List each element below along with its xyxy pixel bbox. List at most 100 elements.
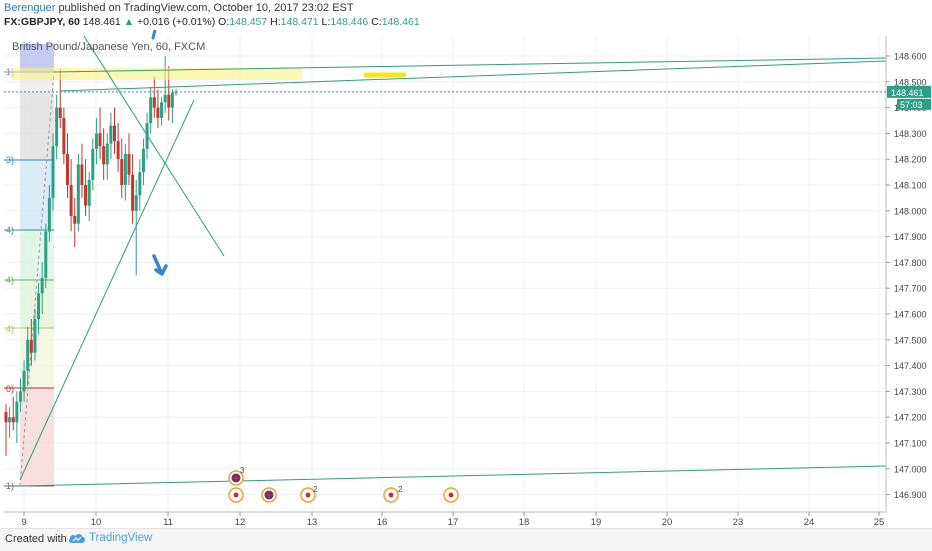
time-tick-label: 17 bbox=[448, 517, 459, 528]
close-value: 148.461 bbox=[381, 16, 420, 28]
time-axis[interactable]: 9 10 11 12 13 16 17 18 19 20 23 24 25 bbox=[4, 511, 886, 528]
open-label: O: bbox=[218, 16, 230, 28]
candle-body bbox=[152, 97, 156, 108]
price-tick-label: 148.300 bbox=[894, 129, 927, 139]
candle-body bbox=[116, 141, 120, 160]
candle-body bbox=[44, 231, 48, 278]
event-count-label: 2 bbox=[313, 485, 318, 494]
fib-level-label: 4) bbox=[6, 324, 14, 334]
candle-body bbox=[141, 148, 145, 173]
price-tick-label: 147.300 bbox=[894, 387, 927, 397]
footer-bar: Created with TradingView bbox=[0, 528, 932, 551]
candle-body bbox=[33, 319, 37, 353]
low-value: 148.446 bbox=[330, 16, 369, 28]
candle-body bbox=[40, 277, 44, 294]
price-axis[interactable]: 148.600148.500148.400148.300148.200148.1… bbox=[885, 36, 931, 512]
candle-body bbox=[138, 172, 142, 196]
price-tick-label: 148.200 bbox=[894, 155, 927, 165]
time-tick-label: 19 bbox=[591, 517, 602, 528]
candle-body bbox=[18, 391, 22, 402]
symbol-label[interactable]: FX:GBPJPY, 60 bbox=[4, 16, 80, 28]
high-value: 148.471 bbox=[280, 16, 319, 28]
jp-flag-icon bbox=[448, 492, 454, 498]
brand-name: TradingView bbox=[89, 532, 153, 545]
candle-body bbox=[87, 179, 91, 206]
time-tick-label: 11 bbox=[163, 517, 173, 528]
fib-zone bbox=[20, 388, 54, 486]
candle-body bbox=[91, 148, 95, 180]
trendline-upper bbox=[53, 57, 887, 73]
arrow-stroke-top bbox=[151, 30, 157, 40]
candle-body bbox=[11, 417, 15, 423]
time-tick-label: 23 bbox=[733, 517, 744, 528]
price-change: +0.016 (+0.01%) bbox=[137, 16, 216, 28]
fib-level-label: 3) bbox=[6, 155, 14, 165]
candle-body bbox=[22, 370, 26, 392]
price-tick-label: 148.100 bbox=[894, 181, 927, 191]
chart-title: British Pound/Japanese Yen, 60, FXCM bbox=[12, 41, 205, 53]
candle-body bbox=[51, 146, 55, 198]
price-tick-label: 146.900 bbox=[894, 490, 927, 500]
fib-level-label: 0) bbox=[6, 384, 14, 394]
close-label: C: bbox=[371, 16, 382, 28]
candle-body bbox=[134, 195, 138, 211]
candle-body bbox=[113, 125, 117, 142]
price-chart[interactable]: 1)0)4)4)4)3)1) 322 148.600148.500148.400… bbox=[0, 30, 932, 528]
candle-body bbox=[160, 102, 164, 118]
event-count-label: 2 bbox=[398, 485, 403, 494]
price-tick-label: 147.100 bbox=[894, 439, 927, 449]
time-tick-label: 20 bbox=[662, 517, 673, 528]
price-tick-label: 147.700 bbox=[894, 284, 927, 294]
candle-body bbox=[109, 125, 113, 144]
candle-body bbox=[80, 164, 84, 185]
candle-body bbox=[123, 154, 127, 185]
price-tick-label: 147.200 bbox=[894, 413, 927, 423]
up-triangle-icon: ▲ bbox=[123, 16, 135, 28]
created-with-label: Created with bbox=[5, 533, 67, 545]
candle-body bbox=[149, 97, 153, 124]
candle-body bbox=[94, 133, 98, 149]
last-price-badge-label: 148.461 bbox=[891, 88, 924, 98]
candle-body bbox=[76, 164, 80, 224]
events-layer: 3 2 2 bbox=[228, 466, 459, 503]
fib-zone bbox=[20, 92, 54, 160]
candle-body bbox=[120, 159, 124, 185]
candle-body bbox=[69, 185, 73, 216]
candle-body bbox=[73, 215, 77, 224]
candle-body bbox=[167, 94, 171, 108]
candle-body bbox=[102, 146, 106, 165]
event-count-label: 3 bbox=[240, 466, 245, 475]
candle-body bbox=[8, 417, 12, 423]
candle-body bbox=[15, 401, 19, 423]
candle-body bbox=[47, 197, 51, 232]
countdown-label: 57:03 bbox=[900, 100, 923, 110]
price-tick-label: 148.500 bbox=[894, 77, 927, 87]
low-label: L: bbox=[321, 16, 331, 28]
candle-body bbox=[127, 154, 131, 175]
ohlc-bar: FX:GBPJPY, 60 148.461 ▲ +0.016 (+0.01%) … bbox=[4, 16, 420, 29]
jp-flag-icon bbox=[305, 492, 311, 498]
candle-body bbox=[163, 94, 167, 103]
fib-level-label: 1) bbox=[6, 481, 14, 491]
time-tick-label: 9 bbox=[21, 517, 26, 528]
last-price: 148.461 bbox=[82, 16, 121, 28]
candle-body bbox=[65, 154, 69, 185]
candle-body bbox=[84, 185, 88, 206]
time-tick-label: 12 bbox=[235, 517, 246, 528]
fib-level-label: 4) bbox=[6, 275, 14, 285]
open-value: 148.457 bbox=[229, 16, 268, 28]
time-tick-label: 10 bbox=[91, 517, 102, 528]
tradingview-brand[interactable]: TradingView bbox=[68, 532, 152, 544]
price-tick-label: 148.000 bbox=[894, 206, 927, 216]
candle-body bbox=[26, 339, 30, 371]
price-tick-label: 148.600 bbox=[894, 52, 927, 62]
author-link[interactable]: Berenguer bbox=[4, 2, 55, 14]
candle-body bbox=[156, 107, 160, 118]
price-tick-label: 147.600 bbox=[894, 310, 927, 320]
jp-flag-icon bbox=[388, 492, 394, 498]
price-tick-label: 147.400 bbox=[894, 361, 927, 371]
candle-body bbox=[29, 339, 33, 353]
price-tick-label: 147.900 bbox=[894, 232, 927, 242]
fib-zone bbox=[20, 280, 54, 328]
candle-body bbox=[105, 143, 109, 165]
